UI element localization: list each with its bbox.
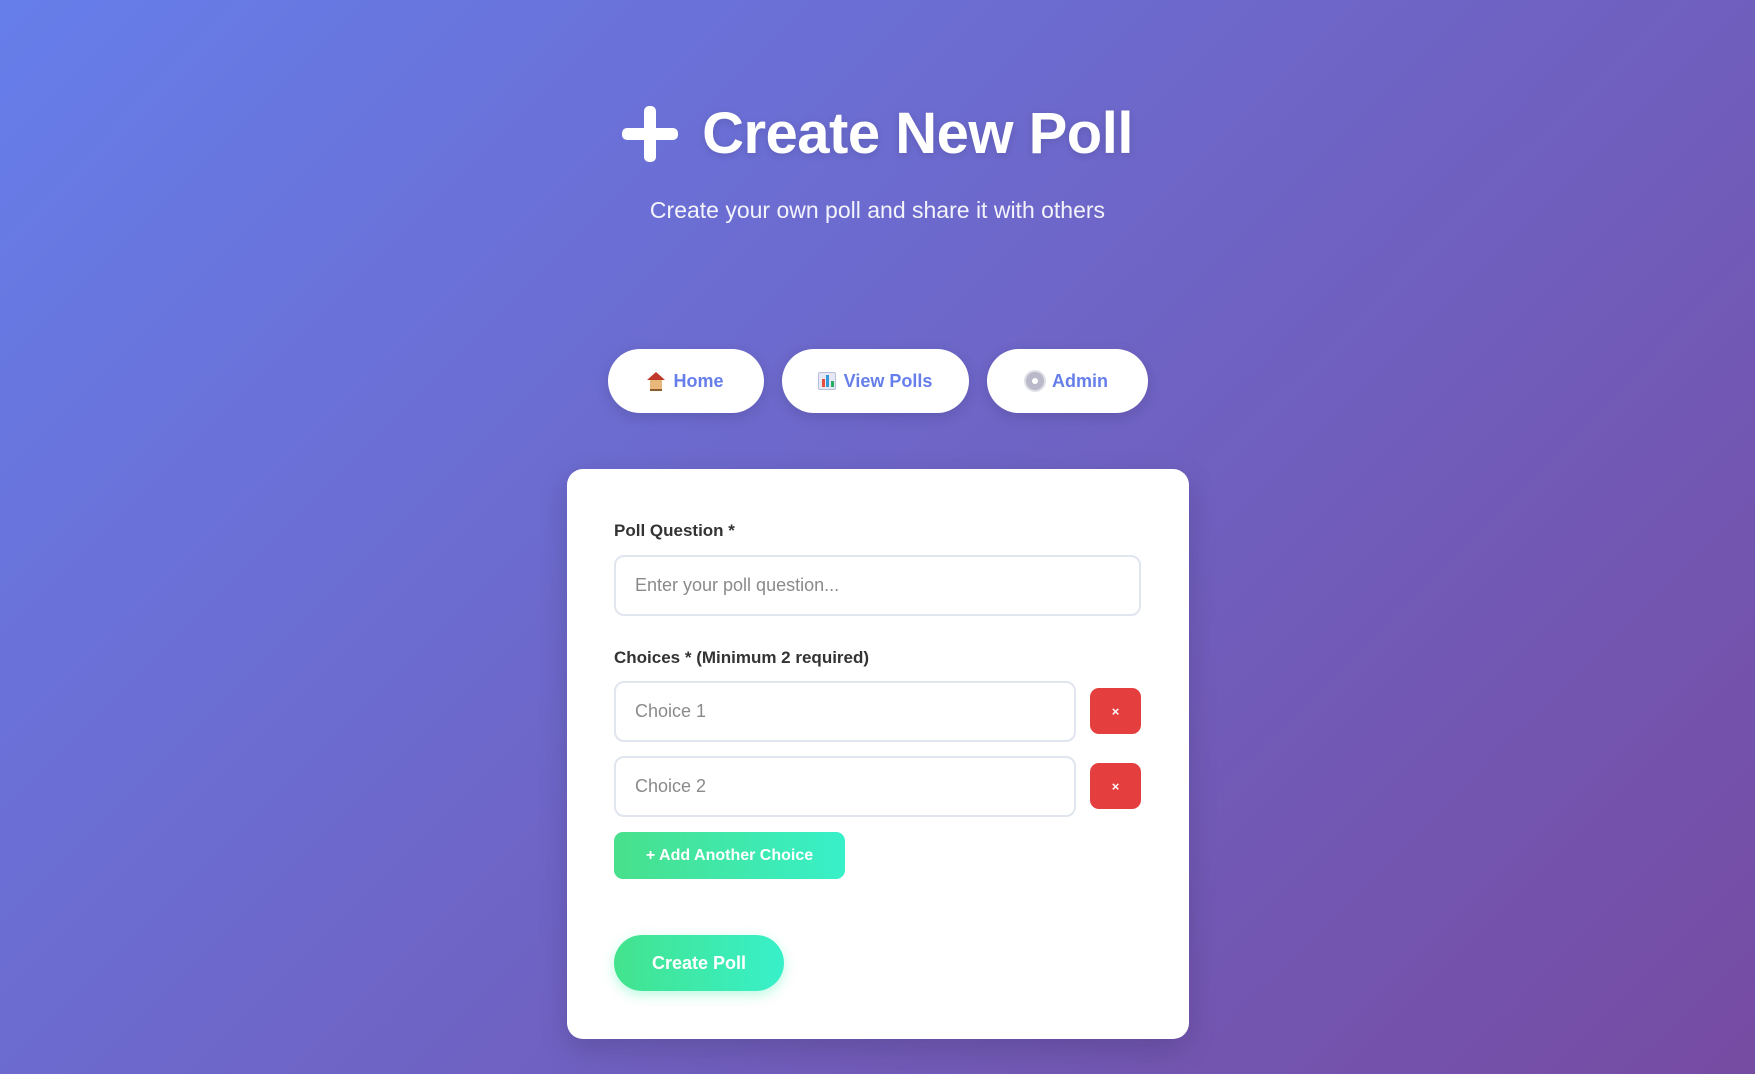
page-title-row: Create New Poll — [622, 100, 1133, 167]
create-poll-button[interactable]: Create Poll — [614, 935, 784, 991]
add-choice-button[interactable]: + Add Another Choice — [614, 832, 845, 879]
poll-question-input[interactable] — [614, 555, 1141, 616]
nav-home-label: Home — [673, 370, 724, 391]
nav-view-polls-button[interactable]: View Polls — [781, 349, 969, 413]
plus-icon — [622, 105, 679, 162]
nav-admin-label: Admin — [1052, 370, 1108, 391]
create-poll-form: Poll Question * Choices * (Minimum 2 req… — [567, 469, 1189, 1039]
page-subtitle: Create your own poll and share it with o… — [649, 197, 1106, 223]
choices-label: Choices * (Minimum 2 required) — [614, 648, 870, 667]
nav-admin-button[interactable]: Admin — [986, 349, 1148, 413]
poll-question-label: Poll Question * — [614, 521, 735, 540]
nav-view-polls-label: View Polls — [843, 370, 933, 391]
remove-choice-1-button[interactable]: × — [1090, 688, 1141, 734]
gear-icon — [1026, 372, 1044, 390]
bar-chart-icon — [817, 372, 836, 390]
choice-input-1[interactable] — [614, 681, 1076, 742]
remove-choice-2-button[interactable]: × — [1090, 763, 1141, 809]
house-icon — [647, 372, 666, 391]
page-title: Create New Poll — [702, 101, 1133, 166]
page-header: Create New Poll Create your own poll and… — [0, 100, 1755, 224]
choice-input-2[interactable] — [614, 756, 1076, 817]
main-nav: Home View Polls Admin — [0, 349, 1755, 413]
nav-home-button[interactable]: Home — [607, 349, 764, 413]
